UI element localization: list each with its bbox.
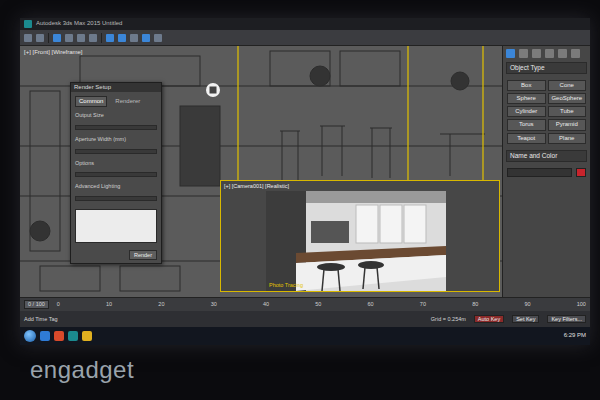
snap-icon[interactable] <box>106 34 114 42</box>
time-tag[interactable]: Add Time Tag <box>24 316 58 323</box>
tick-label: 90 <box>524 301 530 308</box>
dialog-field[interactable] <box>75 125 157 130</box>
object-button[interactable]: Torus <box>507 119 546 130</box>
dialog-tabs: Common Renderer <box>71 96 161 107</box>
scale-icon[interactable] <box>89 34 97 42</box>
dialog-row-label: Aperture Width (mm) <box>71 135 161 144</box>
start-icon[interactable] <box>24 330 36 342</box>
time-slider[interactable]: 0 / 100 <box>24 300 49 309</box>
object-button[interactable]: GeoSphere <box>548 93 587 104</box>
browser-icon[interactable] <box>40 331 50 341</box>
tick-label: 60 <box>368 301 374 308</box>
hierarchy-icon[interactable] <box>532 49 541 58</box>
render-button[interactable]: Render <box>129 250 157 261</box>
dialog-row-label: Output Size <box>71 111 161 120</box>
dialog-title: Render Setup <box>71 83 161 92</box>
dialog-row-label: Options <box>71 159 161 168</box>
tick-label: 40 <box>263 301 269 308</box>
object-button[interactable]: Box <box>507 80 546 91</box>
section-header[interactable]: Object Type <box>506 62 587 74</box>
name-row <box>506 166 587 179</box>
object-button[interactable]: Teapot <box>507 133 546 144</box>
tick-label: 10 <box>106 301 112 308</box>
tick-label: 30 <box>211 301 217 308</box>
dialog-field[interactable] <box>75 149 157 154</box>
align-icon[interactable] <box>130 34 138 42</box>
render-viewport[interactable]: [+] [Camera001] [Realistic] Photo Tracing <box>220 180 500 292</box>
object-button[interactable]: Pyramid <box>548 119 587 130</box>
tick-label: 0 <box>57 301 60 308</box>
tick-label: 50 <box>315 301 321 308</box>
material-icon[interactable] <box>142 34 150 42</box>
object-button[interactable]: Cylinder <box>507 106 546 117</box>
create-icon[interactable] <box>506 49 515 58</box>
toolbar-separator <box>48 33 49 43</box>
dialog-tab[interactable]: Common <box>75 96 107 107</box>
modify-icon[interactable] <box>519 49 528 58</box>
section-header[interactable]: Name and Color <box>506 150 587 162</box>
name-field[interactable] <box>507 168 572 177</box>
dialog-tab[interactable]: Renderer <box>111 96 144 107</box>
render-caption: Photo Tracing <box>269 282 303 289</box>
gizmo-icon <box>206 83 220 97</box>
monitor-screen: Autodesk 3ds Max 2015 Untitled <box>20 18 590 345</box>
render-setup-dialog[interactable]: Render Setup Common Renderer Output Size Ape… <box>70 82 162 264</box>
clock[interactable]: 6:29 PM <box>564 332 586 339</box>
main-toolbar <box>20 30 590 46</box>
tick-label: 20 <box>158 301 164 308</box>
move-icon[interactable] <box>65 34 73 42</box>
timeline[interactable]: 0 / 100 0 10 20 30 40 50 60 70 80 90 100 <box>20 297 590 311</box>
tick-label: 70 <box>420 301 426 308</box>
kitchen-render <box>266 191 446 291</box>
grid-readout: Grid = 0.254m <box>431 316 466 323</box>
toolbar-separator <box>101 33 102 43</box>
object-type-grid: BoxConeSphereGeoSphereCylinderTubeTorusP… <box>506 78 587 146</box>
dialog-field[interactable] <box>75 172 157 177</box>
render-icon[interactable] <box>154 34 162 42</box>
app-icon[interactable] <box>54 331 64 341</box>
front-viewport[interactable]: [+] [Front] [Wireframe] Render Setup Commo… <box>20 46 502 297</box>
status-bar: Add Time Tag Grid = 0.254m Auto Key Set Key… <box>20 311 590 327</box>
tick-label: 80 <box>472 301 478 308</box>
select-icon[interactable] <box>53 34 61 42</box>
app-icon[interactable] <box>24 20 32 28</box>
command-panel: Object Type BoxConeSphereGeoSphereCylinde… <box>502 46 590 297</box>
dialog-buttons: Render <box>71 250 161 261</box>
object-button[interactable]: Sphere <box>507 93 546 104</box>
object-button[interactable]: Cone <box>548 80 587 91</box>
tick-label: 100 <box>577 301 586 308</box>
time-ruler[interactable]: 0 10 20 30 40 50 60 70 80 90 100 <box>57 301 586 308</box>
watermark: engadget <box>30 356 134 385</box>
viewport-label[interactable]: [+] [Front] [Wireframe] <box>24 49 83 56</box>
preview-box <box>75 209 157 243</box>
undo-icon[interactable] <box>24 34 32 42</box>
render-view-label[interactable]: [+] [Camera001] [Realistic] <box>224 183 289 190</box>
color-swatch[interactable] <box>576 168 586 177</box>
motion-icon[interactable] <box>545 49 554 58</box>
object-button[interactable]: Tube <box>548 106 587 117</box>
panel-tabs <box>506 49 587 58</box>
folder-icon[interactable] <box>82 331 92 341</box>
object-button[interactable]: Plane <box>548 133 587 144</box>
key-button[interactable]: Key Filters... <box>547 315 586 324</box>
window-title: Autodesk 3ds Max 2015 Untitled <box>36 20 122 27</box>
key-button[interactable]: Set Key <box>512 315 539 324</box>
display-icon[interactable] <box>558 49 567 58</box>
photo: Autodesk 3ds Max 2015 Untitled <box>0 0 600 400</box>
taskbar: 6:29 PM <box>20 327 590 345</box>
dialog-row-label: Advanced Lighting <box>71 182 161 191</box>
mirror-icon[interactable] <box>118 34 126 42</box>
rotate-icon[interactable] <box>77 34 85 42</box>
max-icon[interactable] <box>68 331 78 341</box>
key-button[interactable]: Auto Key <box>474 315 504 324</box>
redo-icon[interactable] <box>36 34 44 42</box>
dialog-field[interactable] <box>75 196 157 201</box>
utilities-icon[interactable] <box>571 49 580 58</box>
title-bar: Autodesk 3ds Max 2015 Untitled <box>20 18 590 30</box>
